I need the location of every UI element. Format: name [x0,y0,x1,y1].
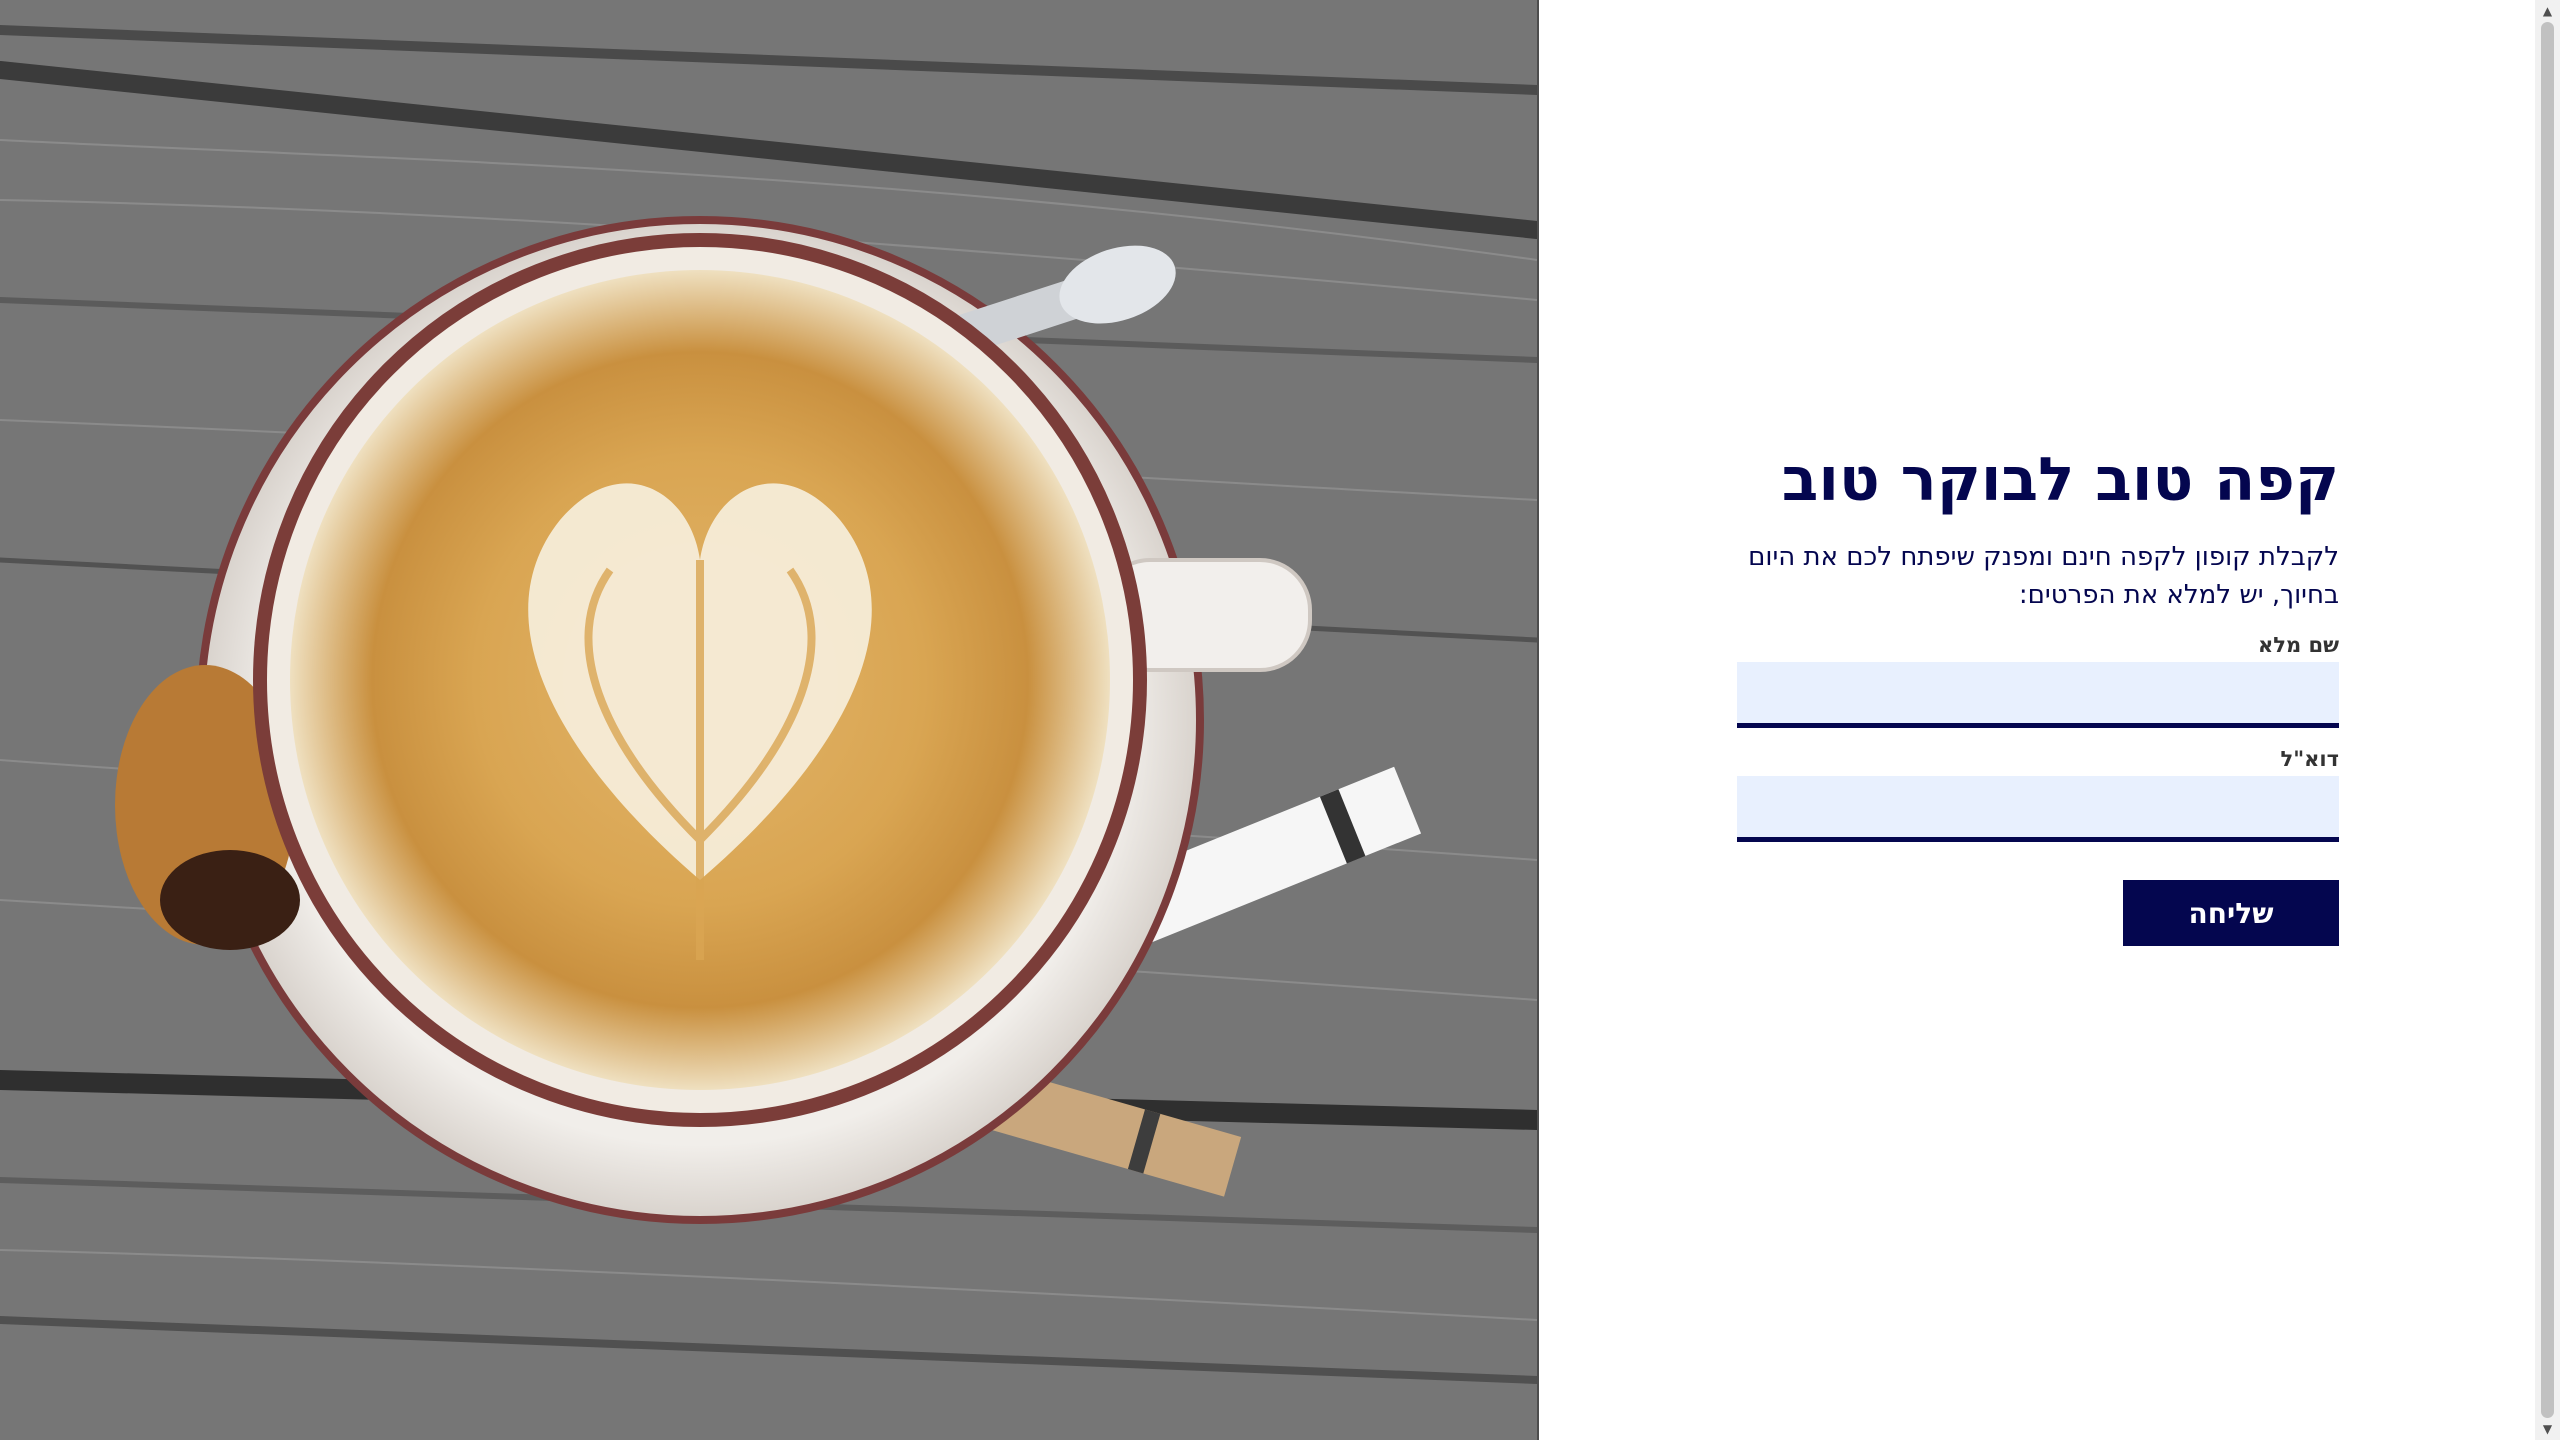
form-intro: לקבלת קופון לקפה חינם ומפנק שיפתח לכם את… [1748,542,2339,610]
coupon-form: קפה טוב לבוקר טוב לקבלת קופון לקפה חינם … [1737,440,2339,946]
form-panel: קפה טוב לבוקר טוב לקבלת קופון לקפה חינם … [1539,0,2535,1440]
email-field-group: דוא"ל [1737,746,2339,842]
full-name-input[interactable] [1737,662,2339,728]
submit-row: שליחה [1737,880,2339,946]
vertical-scrollbar[interactable]: ▲ ▼ [2535,0,2560,1440]
full-name-field-group: שם מלא [1737,632,2339,728]
scroll-up-icon[interactable]: ▲ [2535,0,2560,22]
page-title: קפה טוב לבוקר טוב [1781,445,2339,515]
full-name-label: שם מלא [2257,633,2339,657]
email-label: דוא"ל [2280,747,2340,771]
email-input[interactable] [1737,776,2339,842]
submit-button[interactable]: שליחה [2123,880,2339,946]
scroll-thumb[interactable] [2541,22,2554,1418]
scroll-down-icon[interactable]: ▼ [2535,1418,2560,1440]
hero-photo [0,0,1539,1440]
